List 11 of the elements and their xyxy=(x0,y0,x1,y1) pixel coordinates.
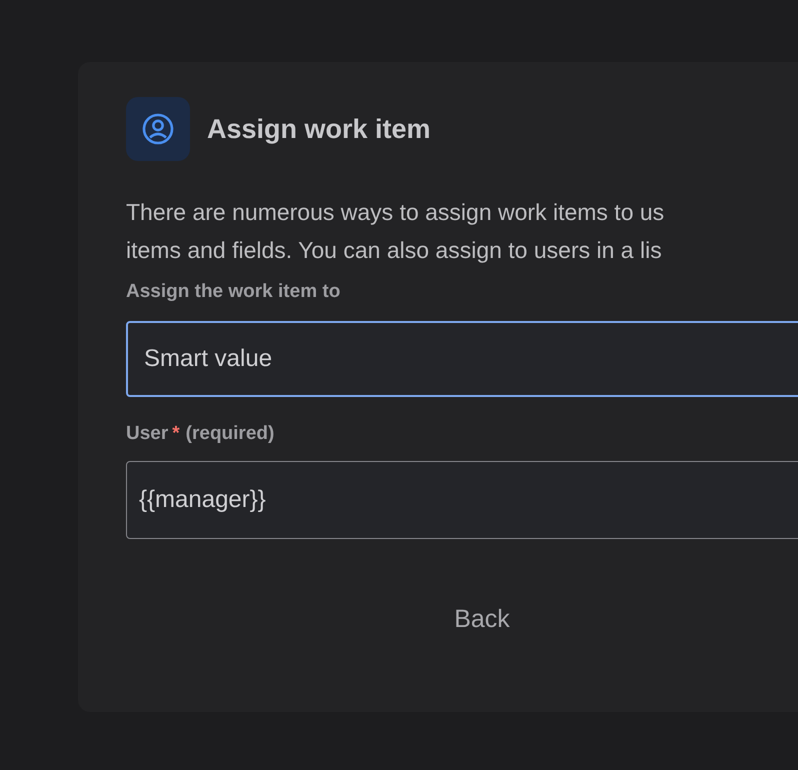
text-field[interactable]: Smart value xyxy=(126,321,798,397)
description-text: items and fields. You can also assign to users in a lis xyxy=(126,236,662,265)
text-field[interactable]: {{manager}} xyxy=(126,461,798,539)
field-label: Assign the work item to xyxy=(126,281,340,303)
back-button[interactable]: Back xyxy=(442,599,522,640)
required-note: (required) xyxy=(186,423,274,445)
field-label: User xyxy=(126,423,168,445)
dialog-title: Assign work item xyxy=(207,114,431,144)
description-text: There are numerous ways to assign work items to us xyxy=(126,198,664,227)
user-icon xyxy=(126,97,190,161)
required-mark: * xyxy=(172,423,180,445)
